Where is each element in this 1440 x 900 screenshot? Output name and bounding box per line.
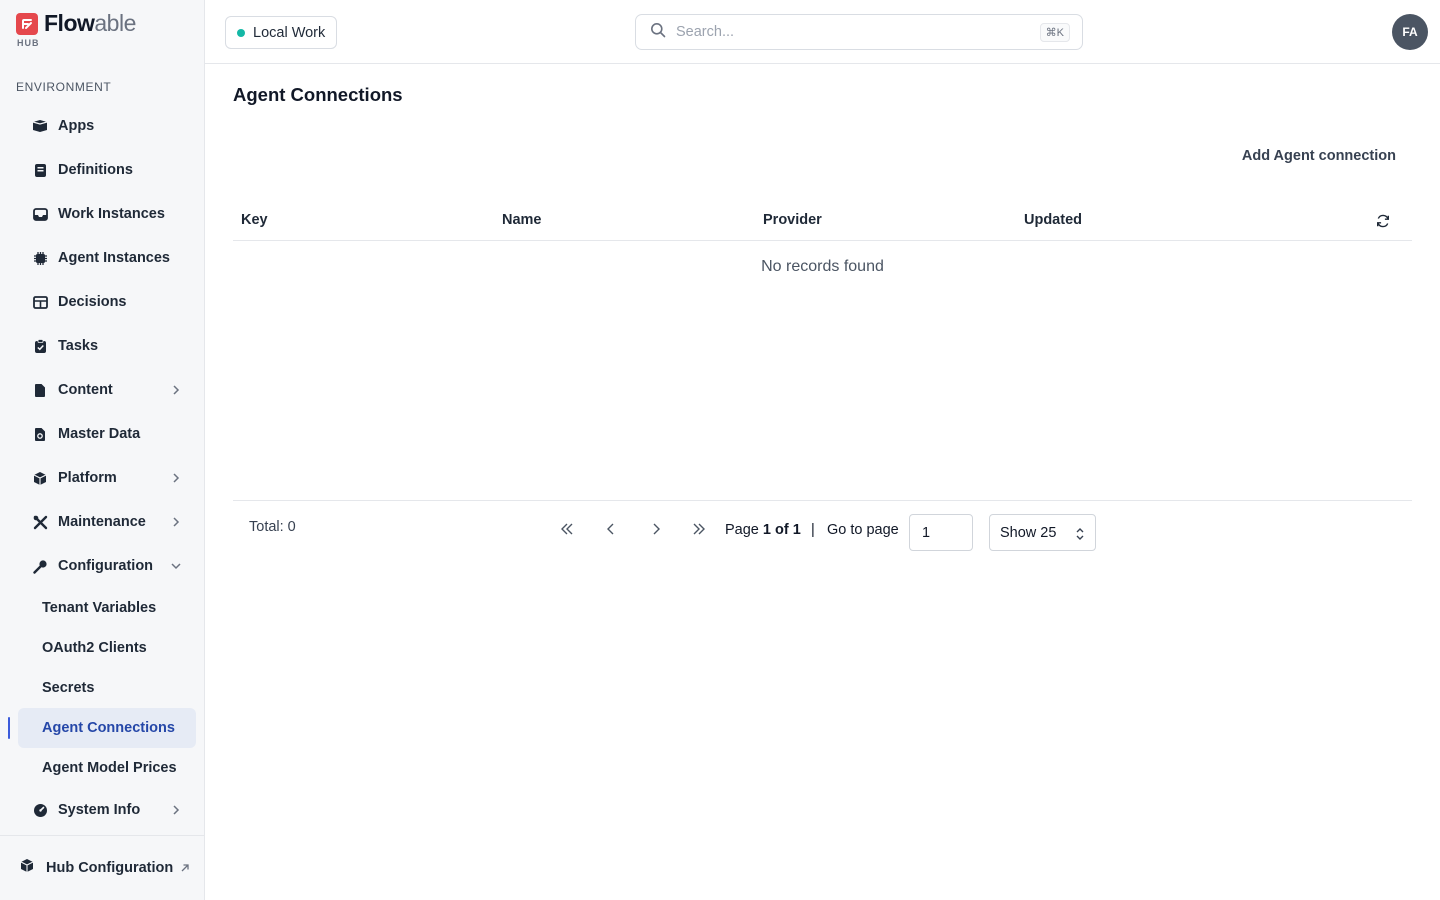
flowable-logo-icon: [16, 12, 38, 35]
sidebar-item-label: Agent Instances: [58, 250, 170, 266]
cube-icon: [32, 470, 48, 486]
flowable-logo[interactable]: Flowable HUB: [16, 10, 136, 48]
clipboard-check-icon: [32, 338, 48, 354]
sidebar-item-configuration[interactable]: Configuration: [18, 544, 196, 588]
chip-icon: [32, 250, 48, 266]
go-to-page-input[interactable]: [909, 514, 973, 551]
search-box[interactable]: ⌘K: [635, 14, 1083, 50]
sidebar-subitem-secrets[interactable]: Secrets: [18, 668, 196, 708]
select-updown-icon: [1075, 526, 1085, 546]
chevron-right-icon: [170, 471, 182, 483]
pagination: Total: 0 Page 1 of 1 | Go to page Show 2…: [233, 500, 1412, 562]
shortcut-hint: ⌘K: [1039, 23, 1070, 42]
sidebar-item-work-instances[interactable]: Work Instances: [18, 192, 196, 236]
brand-name: Flowable: [44, 10, 136, 36]
sidebar-item-label: Content: [58, 382, 113, 398]
sidebar-subitem-tenant-variables[interactable]: Tenant Variables: [18, 588, 196, 628]
chevron-down-icon: [170, 559, 182, 571]
status-dot-icon: [237, 28, 245, 37]
file-gear-icon: [32, 426, 48, 442]
book-icon: [32, 162, 48, 178]
chevron-right-icon: [170, 515, 182, 527]
section-label-environment: ENVIRONMENT: [16, 80, 112, 94]
sidebar-nav: Apps Definitions Work Instances Agent In…: [18, 104, 196, 832]
external-link-icon: [180, 860, 190, 878]
sidebar-item-definitions[interactable]: Definitions: [18, 148, 196, 192]
total-count: Total: 0: [249, 519, 296, 535]
column-header-name[interactable]: Name: [494, 212, 755, 228]
environment-label: Local Work: [253, 24, 326, 41]
pager-separator: |: [811, 522, 815, 538]
sidebar-item-label: Apps: [58, 118, 95, 134]
box-icon: [32, 118, 48, 134]
sidebar-subitem-agent-connections[interactable]: Agent Connections: [18, 708, 196, 748]
hub-configuration-label: Hub Configuration: [46, 860, 174, 876]
search-icon: [650, 22, 666, 43]
last-page-icon[interactable]: [691, 521, 707, 537]
sidebar-item-tasks[interactable]: Tasks: [18, 324, 196, 368]
sidebar-item-label: Platform: [58, 470, 117, 486]
chevron-right-icon: [170, 383, 182, 395]
column-header-key[interactable]: Key: [233, 212, 494, 228]
page-indicator: Page 1 of 1: [725, 522, 801, 538]
hub-configuration-link[interactable]: Hub Configuration: [0, 835, 204, 900]
sidebar-item-label: Definitions: [58, 162, 133, 178]
page-size-value: Show 25: [1000, 524, 1057, 541]
refresh-icon[interactable]: [1375, 213, 1391, 229]
first-page-icon[interactable]: [559, 521, 575, 537]
chevron-right-icon: [170, 803, 182, 815]
sidebar-item-content[interactable]: Content: [18, 368, 196, 412]
sidebar-item-apps[interactable]: Apps: [18, 104, 196, 148]
sidebar-item-agent-instances[interactable]: Agent Instances: [18, 236, 196, 280]
brand-sub: HUB: [17, 38, 40, 48]
table-header: Key Name Provider Updated: [233, 200, 1412, 241]
user-avatar[interactable]: FA: [1392, 14, 1428, 50]
sidebar-subitem-oauth2-clients[interactable]: OAuth2 Clients: [18, 628, 196, 668]
previous-page-icon[interactable]: [603, 521, 619, 537]
tools-icon: [32, 514, 48, 530]
column-header-provider[interactable]: Provider: [755, 212, 1016, 228]
column-header-updated[interactable]: Updated: [1016, 212, 1277, 228]
sidebar-item-label: System Info: [58, 802, 141, 818]
sidebar-item-label: Maintenance: [58, 514, 146, 530]
sidebar-subitem-agent-model-prices[interactable]: Agent Model Prices: [18, 748, 196, 788]
sidebar-item-label: Decisions: [58, 294, 127, 310]
sidebar-item-master-data[interactable]: Master Data: [18, 412, 196, 456]
gauge-icon: [32, 802, 48, 818]
sidebar-item-maintenance[interactable]: Maintenance: [18, 500, 196, 544]
environment-selector[interactable]: Local Work: [225, 16, 338, 49]
add-agent-connection-button[interactable]: Add Agent connection: [1242, 148, 1396, 164]
sidebar-item-label: Work Instances: [58, 206, 165, 222]
file-icon: [32, 382, 48, 398]
sidebar-item-platform[interactable]: Platform: [18, 456, 196, 500]
sidebar-item-label: Tasks: [58, 338, 99, 354]
go-to-page-label: Go to page: [827, 522, 899, 538]
active-indicator: [8, 717, 10, 739]
sidebar-item-label: Configuration: [58, 558, 154, 574]
sidebar-item-label: Master Data: [58, 426, 141, 442]
table-icon: [32, 294, 48, 310]
sidebar-item-decisions[interactable]: Decisions: [18, 280, 196, 324]
search-input[interactable]: [676, 24, 1016, 40]
empty-state: No records found: [761, 258, 884, 275]
key-icon: [32, 558, 48, 574]
cube-icon: [20, 858, 34, 878]
sidebar-item-system-info[interactable]: System Info: [18, 788, 196, 832]
sidebar: Flowable HUB ENVIRONMENT Apps Definition…: [0, 0, 205, 900]
inbox-icon: [32, 206, 48, 222]
agent-connections-table: Key Name Provider Updated No records fou…: [233, 200, 1412, 276]
next-page-icon[interactable]: [648, 521, 664, 537]
page-size-select[interactable]: Show 25: [989, 514, 1096, 551]
page-title: Agent Connections: [233, 84, 403, 105]
topbar: Local Work ⌘K FA: [205, 0, 1440, 64]
